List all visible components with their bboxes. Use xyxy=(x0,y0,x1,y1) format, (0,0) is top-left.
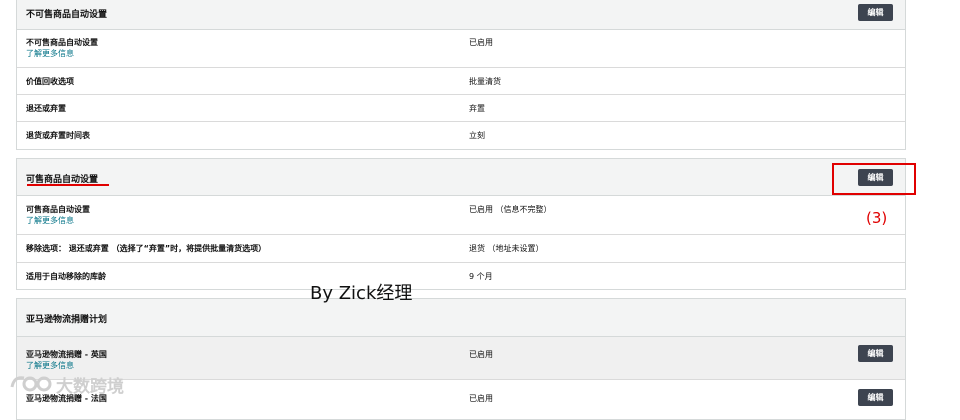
donation-uk-edit-button[interactable]: 编辑 xyxy=(858,345,893,362)
row-value: 立刻 xyxy=(469,131,485,140)
row-value: 已启用 xyxy=(469,350,493,359)
row-value: 9 个月 xyxy=(469,272,493,281)
settings-row: 退还或弃置 弃置 xyxy=(17,95,905,122)
learn-more-link[interactable]: 了解更多信息 xyxy=(26,360,74,371)
row-value: 已启用 （信息不完整） xyxy=(469,205,552,214)
row-label: 亚马逊物流捐赠 - 英国 xyxy=(26,350,107,359)
row-value: 批量清货 xyxy=(469,77,501,86)
row-value: 已启用 xyxy=(469,394,493,403)
settings-row: 可售商品自动设置 了解更多信息 已启用 （信息不完整） xyxy=(17,196,905,235)
settings-row: 亚马逊物流捐赠 - 英国 了解更多信息 已启用 编辑 xyxy=(17,337,905,380)
settings-row: 亚马逊物流捐赠 - 法国 已启用 编辑 xyxy=(17,380,905,420)
unsellable-edit-button[interactable]: 编辑 xyxy=(858,4,893,21)
donation-title: 亚马逊物流捐赠计划 xyxy=(26,315,108,325)
watermark-text: 大数跨境 xyxy=(56,377,124,397)
row-value: 退货 （地址未设置） xyxy=(469,244,544,253)
settings-row: 不可售商品自动设置 了解更多信息 已启用 xyxy=(17,30,905,68)
title-underline xyxy=(27,184,109,186)
row-label: 移除选项： 退还或弃置 （选择了“弃置”时，将提供批量清货选项） xyxy=(26,244,267,253)
unsellable-title: 不可售商品自动设置 xyxy=(26,10,108,20)
author-annotation: By Zick经理 xyxy=(310,283,413,304)
unsellable-header: 不可售商品自动设置 编辑 xyxy=(17,0,905,30)
learn-more-link[interactable]: 了解更多信息 xyxy=(26,215,74,226)
donation-header: 亚马逊物流捐赠计划 xyxy=(17,299,905,337)
highlight-box xyxy=(832,163,916,195)
row-label: 适用于自动移除的库龄 xyxy=(26,272,106,281)
step-annotation: (3) xyxy=(866,209,888,227)
row-label: 价值回收选项 xyxy=(26,77,74,86)
row-label: 退货或弃置时间表 xyxy=(26,131,90,140)
row-label: 可售商品自动设置 xyxy=(26,205,90,214)
row-value: 弃置 xyxy=(469,104,485,113)
settings-row: 退货或弃置时间表 立刻 xyxy=(17,122,905,148)
sellable-header: 可售商品自动设置 编辑 xyxy=(17,159,905,196)
sellable-settings-panel: 可售商品自动设置 编辑 可售商品自动设置 了解更多信息 已启用 （信息不完整） … xyxy=(16,158,906,290)
unsellable-settings-panel: 不可售商品自动设置 编辑 不可售商品自动设置 了解更多信息 已启用 价值回收选项… xyxy=(16,0,906,150)
donation-fr-edit-button[interactable]: 编辑 xyxy=(858,389,893,406)
learn-more-link[interactable]: 了解更多信息 xyxy=(26,48,74,59)
row-label: 退还或弃置 xyxy=(26,104,66,113)
row-label: 不可售商品自动设置 xyxy=(26,38,98,47)
settings-row: 价值回收选项 批量清货 xyxy=(17,68,905,95)
row-value: 已启用 xyxy=(469,38,493,47)
settings-row: 适用于自动移除的库龄 9 个月 xyxy=(17,263,905,290)
settings-row: 移除选项： 退还或弃置 （选择了“弃置”时，将提供批量清货选项） 退货 （地址未… xyxy=(17,235,905,263)
watermark-logo-icon xyxy=(10,376,52,392)
